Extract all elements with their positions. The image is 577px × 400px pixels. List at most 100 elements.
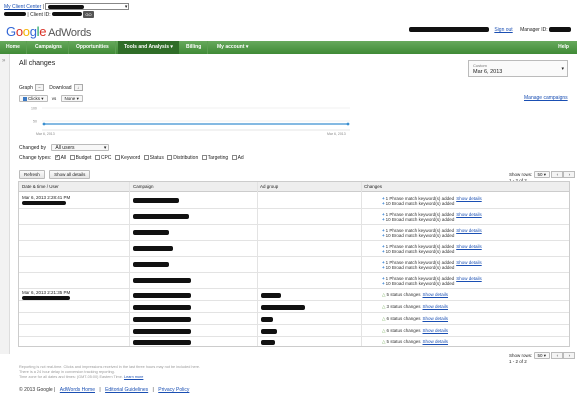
rows-select[interactable]: 50 ▾ [533,352,551,359]
page-footer: © 2013 Google | AdWords Home | Editorial… [19,387,190,393]
table-row: △6 status changes Show details [19,313,569,325]
checkbox-distribution[interactable] [167,155,173,161]
prev-page-button[interactable]: ‹ [551,352,564,359]
prev-page-button[interactable]: ‹ [551,171,564,178]
redacted-text [52,11,83,16]
show-all-details-button[interactable]: Show all details [49,170,91,179]
vs-label: vs [51,96,57,101]
show-details-link[interactable]: Show details [423,292,449,297]
account-select[interactable]: ▾ [45,3,130,10]
side-panel-toggle[interactable]: » [0,54,10,354]
change-type-label: Targeting [207,155,229,161]
col-header-adgroup[interactable]: Ad group [260,184,278,189]
copyright-text: © 2013 Google [19,387,53,393]
next-page-button[interactable]: › [563,352,576,359]
mcc-bar: My Client Center | ▾ | Client ID: GO [4,3,130,18]
show-details-link[interactable]: Show details [423,339,449,344]
download-button[interactable]: Download ↓ [49,84,83,91]
graph-label: Graph [19,84,33,91]
chevron-down-icon: ▾ [103,145,107,151]
show-details-link[interactable]: Show details [456,212,482,217]
graph-toggle[interactable]: Graph ~ [19,84,44,91]
show-details-link[interactable]: Show details [423,304,449,309]
show-details-link[interactable]: Show details [456,228,482,233]
next-page-button[interactable]: › [563,171,576,178]
adwords-logo[interactable]: Google AdWords [6,24,91,39]
show-details-link[interactable]: Show details [423,328,449,333]
redacted-campaign [133,305,191,310]
date-range-picker[interactable]: Custom Mar 6, 2013 ▾ [468,60,568,77]
privacy-policy-link[interactable]: Privacy Policy [158,387,189,393]
sign-out-link[interactable]: Sign out [494,27,512,33]
change-text: 6 status changes [386,316,421,321]
changed-by-value: All users [55,145,75,151]
learn-more-link[interactable]: Learn more [124,375,143,379]
plus-icon: + [382,265,385,270]
y-tick-mid: 50 [33,120,37,124]
refresh-button[interactable]: Refresh [19,170,45,179]
show-rows-label: Show rows: [509,353,533,358]
nav-my-account[interactable]: My account ▾ [211,41,254,54]
metric2-select[interactable]: None ▾ [60,95,83,102]
rows-select[interactable]: 50 ▾ [533,171,551,178]
chevron-right-icon: » [2,58,6,64]
nav-help[interactable]: Help [552,41,575,54]
redacted-campaign [133,329,191,334]
changes-cell: +1 Phrase match keyword(s) added Show det… [382,276,482,286]
show-details-link[interactable]: Show details [456,276,482,281]
metric1-value: Clicks [28,96,40,101]
checkbox-status[interactable] [143,155,149,161]
redacted-adgroup [261,340,275,345]
page-title: All changes [19,60,56,67]
table-row: △5 status changes Show details [19,289,569,301]
show-details-link[interactable]: Show details [456,260,482,265]
col-header-campaign[interactable]: Campaign [133,184,154,189]
redacted-adgroup [261,293,281,298]
nav-campaigns[interactable]: Campaigns [29,41,69,54]
adwords-home-link[interactable]: AdWords Home [60,387,95,393]
nav-home[interactable]: Home [0,41,27,54]
col-header-date[interactable]: Date & time / User [22,184,59,189]
show-details-link[interactable]: Show details [423,316,449,321]
col-header-changes[interactable]: Changes [364,184,382,189]
account-name-link[interactable] [4,11,26,18]
show-details-link[interactable]: Show details [456,244,482,249]
date-range-label: Custom [473,63,487,68]
changed-by-select[interactable]: All users ▾ [51,144,110,151]
redacted-text [48,5,85,9]
download-icon: ↓ [73,84,83,91]
change-text: 3 status changes [386,304,421,309]
nav-billing[interactable]: Billing [180,41,209,54]
manage-campaigns-link[interactable]: Manage campaigns [524,95,568,101]
changes-cell: △5 status changes Show details [382,339,448,344]
checkbox-all[interactable] [54,154,60,161]
show-details-link[interactable]: Show details [456,196,482,201]
changed-by-label: Changed by [19,145,46,151]
redacted-campaign [133,246,173,251]
checkbox-cpc[interactable] [94,155,100,161]
nav-opportunities[interactable]: Opportunities [70,41,116,54]
metric1-select[interactable]: Clicks ▾ [19,95,48,102]
checkbox-ad[interactable] [231,155,237,161]
change-type-label: Status [149,155,164,161]
editorial-guidelines-link[interactable]: Editorial Guidelines [105,387,148,393]
plus-icon: + [382,201,385,206]
nav-tools-and-analysis[interactable]: Tools and Analysis ▾ [118,41,179,54]
table-row: △3 status changes Show details [19,301,569,313]
change-type-label: Ad [237,155,244,161]
checkbox-targeting[interactable] [201,155,207,161]
plus-icon: + [382,233,385,238]
go-button[interactable]: GO [83,10,94,18]
change-text: 5 status changes [386,339,421,344]
status-change-icon: △ [382,328,386,333]
changes-cell: +1 Phrase match keyword(s) added Show det… [382,212,482,222]
client-id-label: | Client ID: [27,11,51,18]
redacted-campaign [133,293,191,298]
checkbox-budget[interactable] [69,155,75,161]
series-color-swatch [23,96,27,101]
table-actions: Refresh Show all details [19,170,91,179]
changes-cell: △6 status changes Show details [382,328,448,333]
change-text: 10 Broad match keyword(s) added [385,233,455,238]
checkbox-keyword[interactable] [114,155,120,161]
my-client-center-link[interactable]: My Client Center [4,4,41,10]
